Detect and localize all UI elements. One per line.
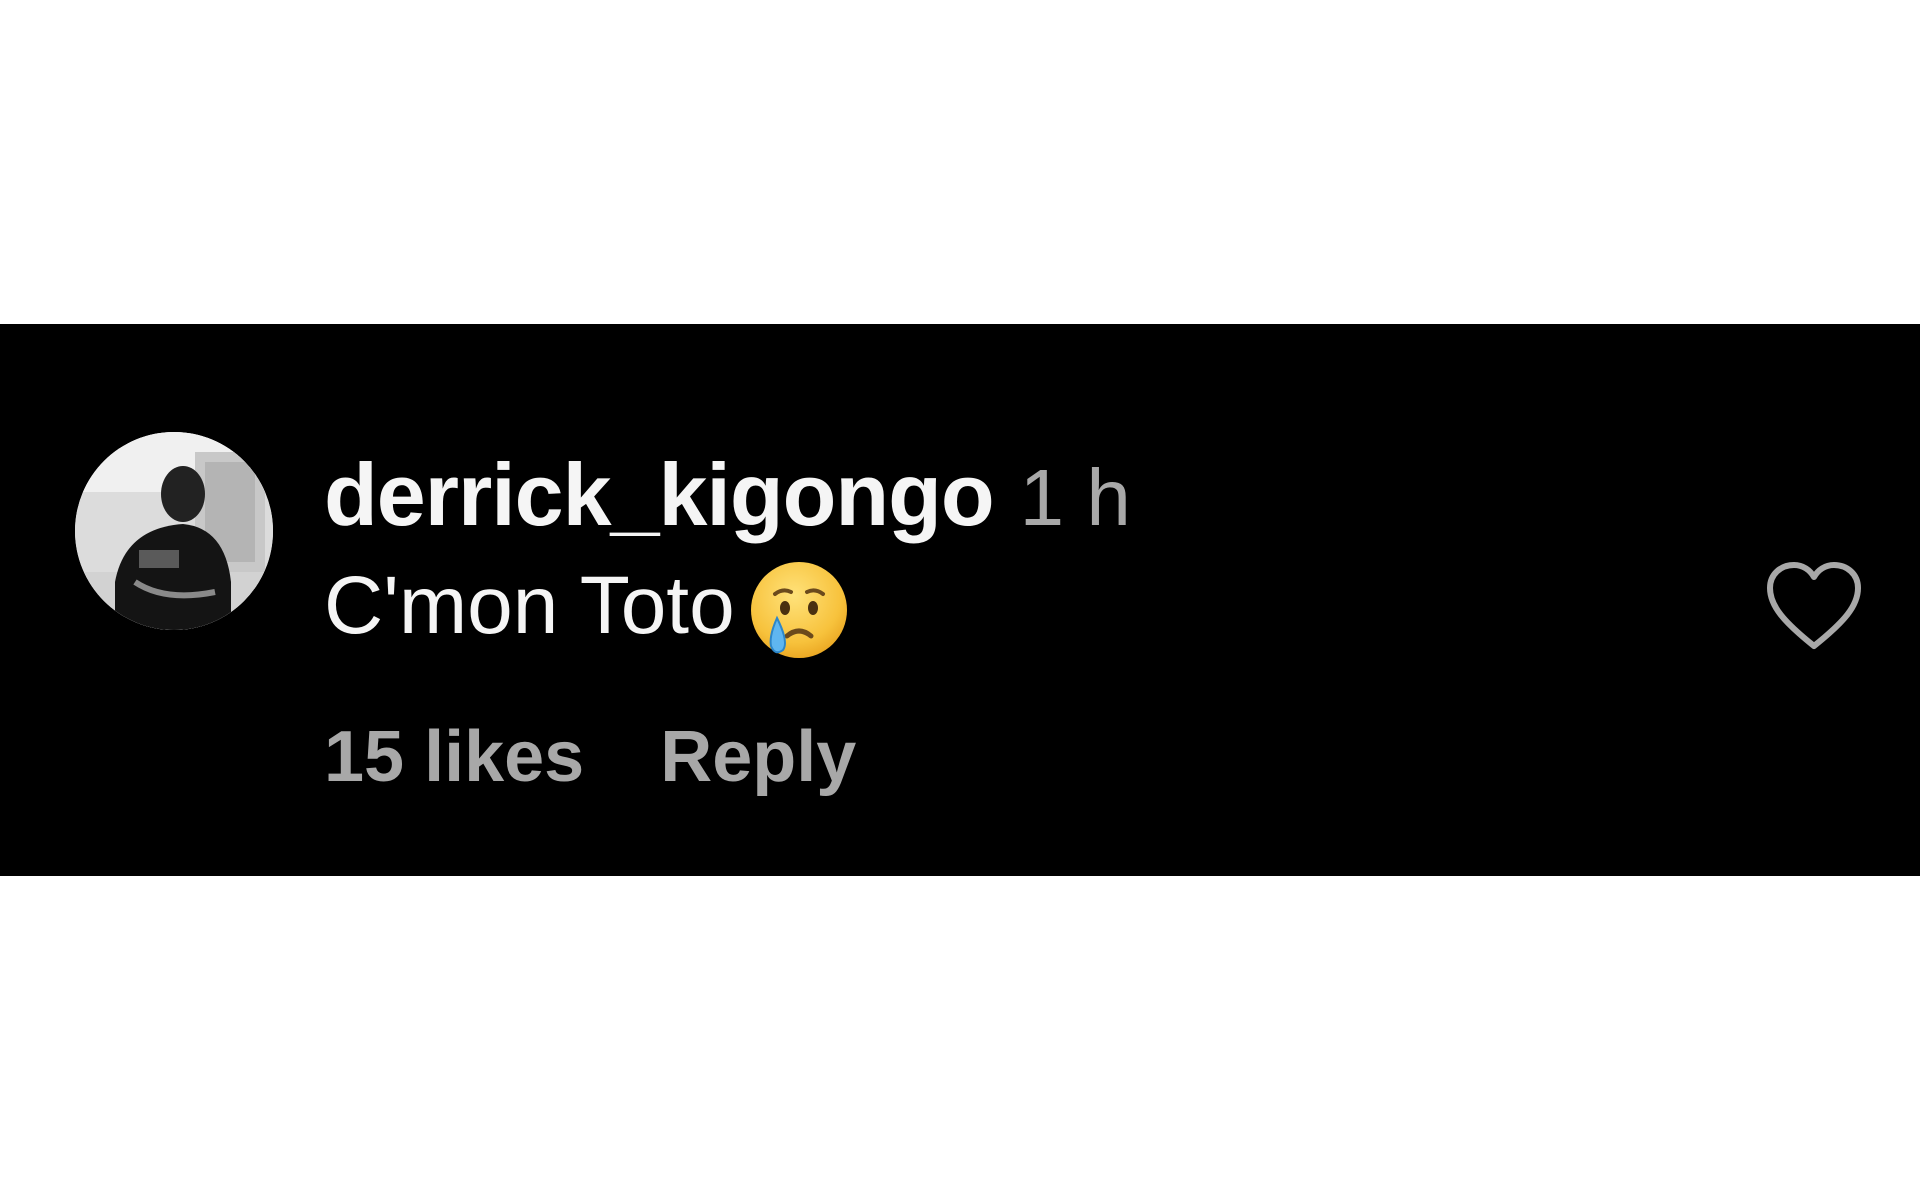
- avatar-photo: [75, 432, 273, 630]
- comment-header: derrick_kigongo 1 h: [324, 444, 1131, 546]
- comment-timestamp: 1 h: [1019, 453, 1131, 542]
- comment-meta: 15 likes Reply: [324, 716, 856, 798]
- username-link[interactable]: derrick_kigongo: [324, 444, 995, 546]
- comment-body: derrick_kigongo 1 h C'mon Toto: [324, 444, 1131, 658]
- comment-text: C'mon Toto: [324, 560, 735, 651]
- avatar[interactable]: [75, 432, 273, 630]
- comment-text-line: C'mon Toto: [324, 554, 1131, 658]
- comment-row: derrick_kigongo 1 h C'mon Toto 15 likes …: [0, 324, 1920, 876]
- likes-count-link[interactable]: 15 likes: [324, 716, 584, 798]
- crying-face-emoji-icon: [747, 558, 851, 662]
- heart-outline-icon[interactable]: [1764, 560, 1864, 652]
- reply-button[interactable]: Reply: [660, 716, 856, 798]
